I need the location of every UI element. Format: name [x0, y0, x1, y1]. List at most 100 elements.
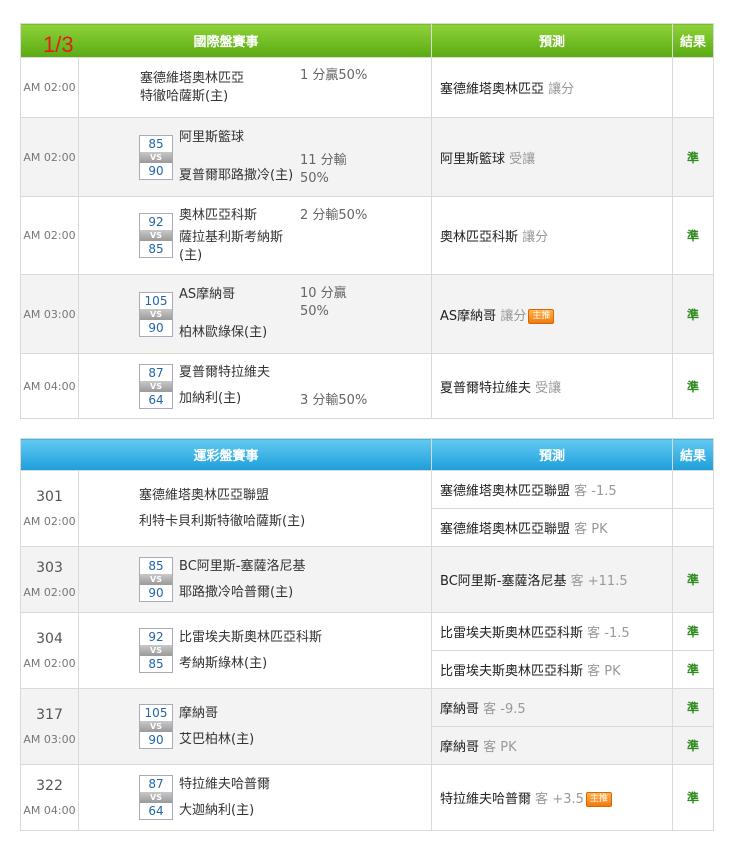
table-row: AM 02:00 85 VS 90 阿里斯籃球 夏普爾耶路撒冷(主) 11 分輸… [20, 117, 715, 197]
table-row: AM 03:00 105 VS 90 AS摩納哥 柏林歐綠保(主) 10 分贏 … [20, 274, 715, 354]
vs-label: VS [140, 645, 172, 656]
result-cell: 準 [672, 688, 715, 727]
score-away: 85 [148, 559, 164, 573]
intl-header-result: 結果 [672, 23, 715, 58]
score-box: 87 VS 64 [139, 363, 173, 409]
prediction-side: 客 -1.5 [587, 626, 630, 641]
game-number-cell: 301 AM 02:00 [20, 470, 79, 547]
prediction-cell: 比雷埃夫斯奧林匹亞科斯 客 PK [431, 650, 674, 689]
team-away: 特拉維夫哈普爾 [179, 776, 271, 792]
team-away: 塞德維塔奧林匹亞 [140, 70, 245, 86]
score-away: 92 [148, 630, 164, 644]
prediction-team: 塞德維塔奧林匹亞 [440, 82, 545, 97]
match-time: AM 02:00 [23, 657, 76, 670]
prediction-team: 夏普爾特拉維夫 [440, 380, 532, 396]
team-away: 阿里斯籃球 [179, 130, 245, 145]
prediction-cell: BC阿里斯-塞薩洛尼基 客 +11.5 [431, 546, 674, 613]
prediction-side: 客 PK [574, 522, 608, 537]
prediction-side: 客 -1.5 [574, 484, 617, 499]
handicap-result: 11 分輸 50% [300, 153, 347, 186]
team-away: AS摩納哥 [179, 287, 236, 302]
prediction-cell: 塞德維塔奧林匹亞聯盟 客 -1.5 [431, 470, 674, 509]
result-cell: 準 [672, 274, 715, 354]
table-row: 304 AM 02:00 92 VS 85 比雷埃夫斯奧林匹亞科斯 考納斯綠林(主… [20, 612, 715, 689]
team-home: 柏林歐綠保(主) [179, 325, 268, 340]
prediction-cell: 奧林匹亞科斯 讓分 [431, 196, 674, 275]
vs-label: VS [140, 151, 172, 163]
prediction-side: 客 PK [587, 664, 621, 679]
score-home: 90 [148, 586, 164, 600]
handicap-result: 2 分輸50% [300, 208, 368, 223]
prediction-team: 特拉維夫哈普爾 [440, 792, 532, 807]
handicap-result: 10 分贏 50% [300, 286, 347, 319]
vs-label: VS [140, 574, 172, 585]
score-box: 105 VS 90 [139, 704, 173, 749]
game-number: 303 [36, 560, 63, 576]
intl-header-prediction: 預測 [431, 23, 674, 58]
prediction-cell: 阿里斯籃球 受讓 [431, 117, 674, 197]
prediction-cell: 比雷埃夫斯奧林匹亞科斯 客 -1.5 [431, 612, 674, 651]
featured-badge: 主推 [528, 308, 555, 324]
prediction-side: 客 PK [483, 740, 517, 755]
prediction-side: 讓分 [500, 308, 527, 324]
score-home: 90 [148, 320, 164, 335]
game-number: 304 [36, 631, 63, 647]
prediction-side: 客 -9.5 [483, 702, 526, 717]
prediction-side: 客 +11.5 [570, 574, 628, 589]
result-cell: 準 [672, 353, 715, 419]
team-home: 夏普爾耶路撒冷(主) [179, 168, 294, 183]
prediction-cell: 塞德維塔奧林匹亞 讓分 [431, 57, 674, 118]
score-home: 64 [148, 804, 164, 818]
result-cell: 準 [672, 612, 715, 651]
team-home: 艾巴柏林(主) [179, 731, 255, 747]
vs-label: VS [140, 380, 172, 392]
intl-schedule-table: 國際盤賽事 預測 結果 AM 02:00 塞德維塔奧林匹亞 特徹哈薩斯(主) 1… [19, 23, 715, 419]
team-home: 大迦納利(主) [179, 802, 255, 818]
score-home: 64 [148, 392, 164, 407]
table-row: 303 AM 02:00 85 VS 90 BC阿里斯-塞薩洛尼基 耶路撒冷哈普爾… [20, 546, 715, 613]
prediction-team: 塞德維塔奧林匹亞聯盟 [440, 522, 571, 537]
score-away: 105 [144, 293, 168, 308]
prediction-cell: 摩納哥 客 -9.5 [431, 688, 674, 727]
match-time: AM 02:00 [23, 586, 76, 599]
lottery-header-prediction: 預測 [431, 438, 674, 471]
score-box: 92 VS 85 [139, 213, 173, 258]
game-number: 317 [36, 707, 63, 723]
game-number-cell: 322 AM 04:00 [20, 764, 79, 831]
team-home: 利特卡貝利斯特徹哈薩斯(主) [139, 513, 306, 529]
vs-label: VS [140, 308, 172, 320]
match-time: AM 03:00 [20, 274, 79, 354]
table-row: AM 02:00 92 VS 85 奧林匹亞科斯 薩拉基利斯考納斯(主) 2 分… [20, 196, 715, 275]
score-box: 92 VS 85 [139, 628, 173, 673]
table-row: AM 04:00 87 VS 64 夏普爾特拉維夫 加納利(主) 3 分輸50%… [20, 353, 715, 419]
score-box: 85 VS 90 [139, 134, 173, 180]
score-home: 85 [148, 242, 164, 256]
vs-label: VS [140, 721, 172, 732]
vs-label: VS [140, 792, 172, 803]
prediction-team: 比雷埃夫斯奧林匹亞科斯 [440, 664, 584, 679]
lottery-header-result: 結果 [672, 438, 715, 471]
lottery-schedule-table: 運彩盤賽事 預測 結果 301 AM 02:00 塞德維塔奧林匹亞聯盟 利特卡貝利… [19, 438, 715, 831]
match-time: AM 02:00 [20, 57, 79, 118]
prediction-cell: AS摩納哥 讓分 主推 [431, 274, 674, 354]
game-number-cell: 303 AM 02:00 [20, 546, 79, 613]
prediction-team: 摩納哥 [440, 702, 480, 717]
match-time: AM 04:00 [23, 804, 76, 817]
table-row: 322 AM 04:00 87 VS 64 特拉維夫哈普爾 大迦納利(主) 特拉維… [20, 764, 715, 831]
match-time: AM 03:00 [23, 733, 76, 746]
score-away: 85 [148, 136, 164, 151]
team-home: 考納斯綠林(主) [179, 655, 268, 671]
result-cell: 準 [672, 726, 715, 765]
result-cell: 準 [672, 117, 715, 197]
team-home: 加納利(主) [179, 391, 242, 406]
game-number-cell: 317 AM 03:00 [20, 688, 79, 765]
result-cell [672, 508, 715, 547]
prediction-cell: 特拉維夫哈普爾 客 +3.5 主推 [431, 764, 674, 831]
score-home: 85 [148, 657, 164, 671]
score-home: 90 [148, 733, 164, 747]
team-home: 特徹哈薩斯(主) [140, 88, 229, 104]
score-box: 105 VS 90 [139, 291, 173, 337]
prediction-side: 讓分 [522, 230, 549, 245]
score-away: 87 [148, 365, 164, 380]
match-time: AM 02:00 [20, 117, 79, 197]
